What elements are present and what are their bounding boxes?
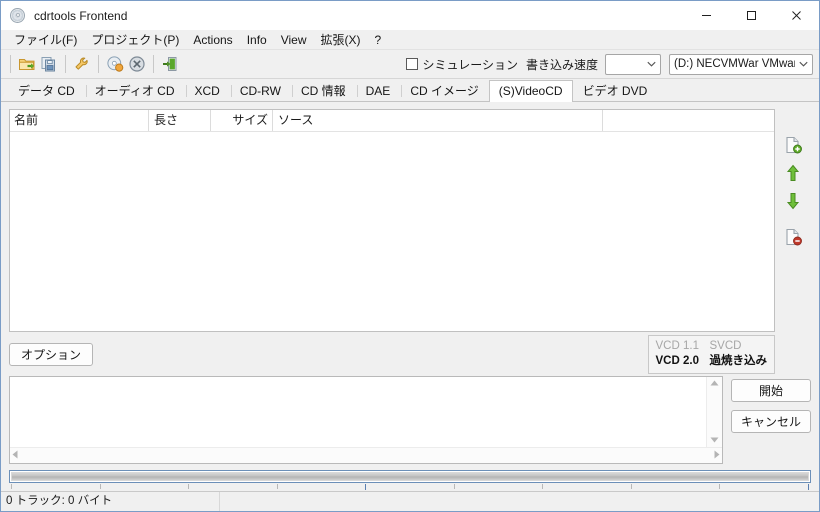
cd-disc-icon [10,7,26,24]
log-horizontal-scrollbar[interactable] [10,447,722,463]
svcd-label: SVCD [709,339,742,352]
progress-area [1,464,819,491]
tab-data-cd[interactable]: データ CD [8,80,85,101]
app-window: cdrtools Frontend ファイル(F) プロジェクト(P) Acti… [0,0,820,512]
track-list-side-buttons [775,109,811,332]
move-up-icon[interactable] [781,161,805,185]
chevron-down-icon [643,61,660,67]
vcd-20-label: VCD 2.0 [655,354,699,367]
menu-view[interactable]: View [274,31,314,49]
overburn-label: 過焼き込み [709,354,768,367]
simulation-label: シミュレーション [422,57,518,72]
action-buttons: 開始 キャンセル [731,376,811,464]
options-button[interactable]: オプション [9,342,94,366]
menu-bar: ファイル(F) プロジェクト(P) Actions Info View 拡張(X… [1,31,819,50]
options-row: オプション VCD 1.1 SVCD VCD 2.0 過焼き込み [9,332,811,376]
menu-help[interactable]: ? [368,31,389,49]
window-controls [684,1,819,30]
menu-info[interactable]: Info [240,31,274,49]
track-list-row: 名前 長さ サイズ ソース [9,109,811,332]
exit-door-icon[interactable] [159,53,181,75]
column-header-size[interactable]: サイズ [211,110,273,131]
column-header-length[interactable]: 長さ [149,110,211,131]
toolbar-separator [65,55,66,73]
log-text[interactable] [10,377,706,447]
tab-cd-image[interactable]: CD イメージ [400,80,488,101]
write-speed-select[interactable] [605,53,661,75]
scroll-up-icon[interactable] [710,379,719,388]
progress-bar [9,470,811,483]
remove-file-icon[interactable] [781,225,805,249]
cancel-button[interactable]: キャンセル [731,410,811,433]
status-tracks: 0 トラック: 0 バイト [6,495,113,507]
maximize-icon[interactable] [729,1,774,30]
cancel-disc-icon[interactable] [126,53,148,75]
track-list-header: 名前 長さ サイズ ソース [10,110,774,132]
status-separator [219,492,220,511]
tools-wrench-icon[interactable] [71,53,93,75]
move-down-icon[interactable] [781,189,805,213]
add-file-icon[interactable] [781,133,805,157]
main-content: 名前 長さ サイズ ソース オプション VCD 1.1 SVCD VCD 2.0… [1,102,819,376]
progress-bar-fill [11,472,809,481]
minimize-icon[interactable] [684,1,729,30]
vcd-11-label: VCD 1.1 [655,339,699,352]
burn-disc-icon[interactable] [104,53,126,75]
simulation-checkbox[interactable]: シミュレーション [406,56,518,73]
tab-audio-cd[interactable]: オーディオ CD [85,80,185,101]
column-header-name[interactable]: 名前 [10,110,149,131]
tab-video-dvd[interactable]: ビデオ DVD [573,80,658,101]
menu-extensions[interactable]: 拡張(X) [314,31,368,49]
chevron-down-icon [795,61,812,67]
tab-strip: データ CD オーディオ CD XCD CD-RW CD 情報 DAE CD イ… [1,79,819,102]
tab-xcd[interactable]: XCD [185,80,230,101]
start-button[interactable]: 開始 [731,379,811,402]
log-vertical-scrollbar[interactable] [706,377,722,447]
menu-project[interactable]: プロジェクト(P) [84,31,186,49]
menu-actions[interactable]: Actions [186,31,239,49]
column-header-filler [603,110,774,131]
write-speed-label: 書き込み速度 [525,57,598,72]
progress-ticks [9,483,811,491]
scroll-left-icon[interactable] [12,450,18,461]
window-title: cdrtools Frontend [34,8,128,23]
close-icon[interactable] [774,1,819,30]
toolbar-separator [153,55,154,73]
scroll-right-icon[interactable] [714,450,720,461]
tab-svideocd[interactable]: (S)VideoCD [488,80,573,102]
simulation-checkbox-box[interactable] [406,58,419,70]
copy-disc-icon[interactable] [38,53,60,75]
toolbar-separator [98,55,99,73]
tab-dae[interactable]: DAE [356,80,401,101]
toolbar: シミュレーション 書き込み速度 (D:) NECVMWar VMware [1,50,819,79]
track-list[interactable]: 名前 長さ サイズ ソース [9,109,775,332]
tab-cd-rw[interactable]: CD-RW [230,80,291,101]
column-header-source[interactable]: ソース [273,110,603,131]
title-bar: cdrtools Frontend [1,1,819,31]
bottom-area: 開始 キャンセル [1,376,819,464]
tab-cd-info[interactable]: CD 情報 [291,80,356,101]
menu-file[interactable]: ファイル(F) [7,31,84,49]
device-select[interactable]: (D:) NECVMWar VMware [669,53,813,75]
vcd-format-info: VCD 1.1 SVCD VCD 2.0 過焼き込み [647,334,775,374]
toolbar-separator [10,55,11,73]
log-panel[interactable] [9,376,723,464]
device-value: (D:) NECVMWar VMware [674,58,795,70]
status-bar: 0 トラック: 0 バイト [1,491,819,511]
open-project-icon[interactable] [16,53,38,75]
track-list-body[interactable] [10,132,774,331]
scroll-down-icon[interactable] [710,436,719,445]
